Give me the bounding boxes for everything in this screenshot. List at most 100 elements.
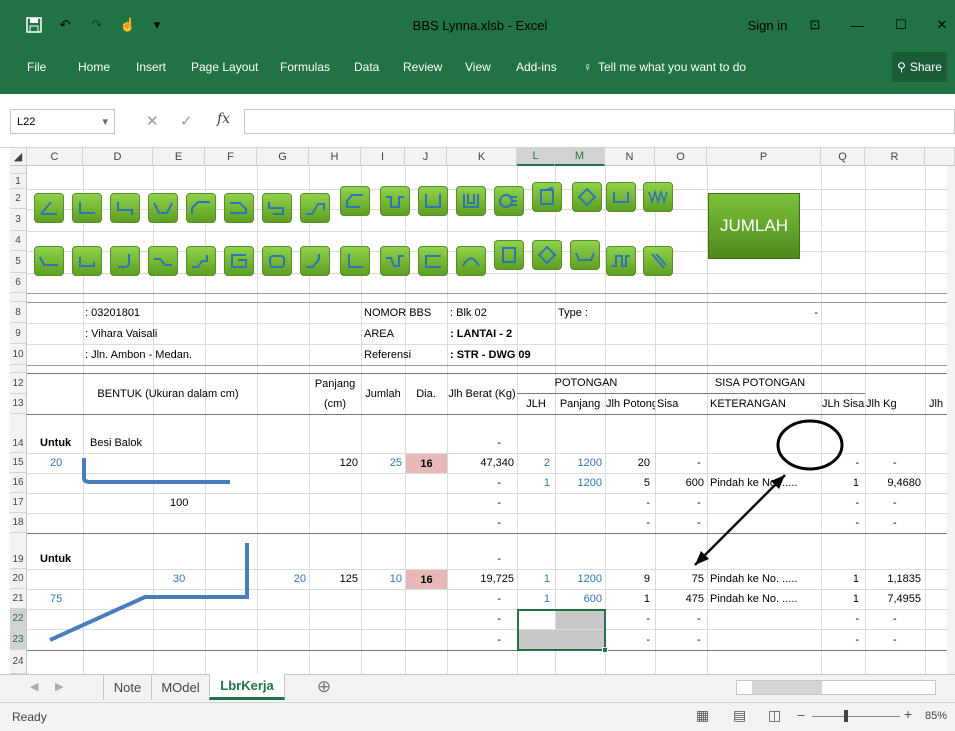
row-header[interactable] [10,166,27,174]
cell-c19[interactable]: Untuk [40,549,71,569]
tab-formulas[interactable]: Formulas [280,50,330,84]
cell-g20[interactable]: 20 [257,569,306,589]
cell-o20[interactable]: 75 [655,569,704,589]
tab-page-layout[interactable]: Page Layout [191,50,258,84]
shape-button[interactable] [262,193,292,223]
minimize-icon[interactable]: — [845,0,869,50]
cell-q16[interactable]: 1 [821,473,859,493]
cell-k23[interactable]: - [447,629,501,650]
cell-k8[interactable]: : Blk 02 [450,302,487,323]
column-header-r[interactable]: R [865,148,925,166]
shape-button[interactable] [34,246,64,276]
touch-mode-icon[interactable]: ☝ [116,0,140,50]
cell-c15[interactable]: 20 [50,453,62,473]
header-panjang-potongan[interactable]: Panjang [555,394,605,414]
row-header[interactable]: 10 [10,344,27,365]
column-header-k[interactable]: K [447,148,517,166]
shape-button[interactable] [380,246,410,276]
row-header[interactable]: 5 [10,251,27,273]
cell-n21[interactable]: 1 [605,589,650,609]
shape-button[interactable] [456,246,486,276]
cell-m20[interactable]: 1200 [555,569,602,589]
header-sisa[interactable]: Sisa [657,394,707,414]
cell-p20[interactable]: Pindah ke No. ..... [710,569,820,589]
cell-o15[interactable]: - [697,453,701,473]
shape-button[interactable] [110,193,140,223]
tab-insert[interactable]: Insert [136,50,166,84]
shape-button[interactable] [380,186,410,216]
row-header[interactable]: 2 [10,189,27,209]
cell-e17[interactable]: 100 [170,493,188,513]
row-header[interactable]: 4 [10,231,27,251]
ribbon-display-icon[interactable]: ⊡ [804,0,826,50]
cell-k16[interactable]: - [447,473,501,493]
cell-n17[interactable]: - [605,493,650,513]
cell-j20[interactable]: 16 [406,570,447,589]
cell-o21[interactable]: 475 [655,589,704,609]
row-header[interactable]: 8 [10,302,27,323]
cell-r15[interactable]: - [893,453,897,473]
shape-button[interactable] [340,186,370,216]
cell-l16[interactable]: 1 [517,473,550,493]
cell-r22[interactable]: - [893,609,897,629]
header-bentuk[interactable]: BENTUK (Ukuran dalam cm) [27,373,309,414]
cell-j15[interactable]: 16 [406,454,447,473]
header-keterangan[interactable]: KETERANGAN [710,394,820,414]
shape-button[interactable] [186,246,216,276]
row-header[interactable]: 17 [10,493,27,513]
column-header-j[interactable]: J [405,148,447,166]
row-header[interactable]: 21 [10,589,27,609]
maximize-icon[interactable]: ☐ [889,0,913,50]
tab-add-ins[interactable]: Add-ins [516,50,557,84]
cell-r21[interactable]: 7,4955 [865,589,921,609]
selection-range[interactable] [517,609,606,651]
cell-o18[interactable]: - [697,513,701,533]
normal-view-icon[interactable]: ▦ [696,707,709,724]
cell-q20[interactable]: 1 [821,569,859,589]
tab-scroll-right-icon[interactable]: ▶ [55,680,63,693]
tab-scroll-left-icon[interactable]: ◀ [30,680,38,693]
cell-m8[interactable]: Type : [558,302,588,323]
close-icon[interactable]: ✕ [930,0,954,50]
cell-r18[interactable]: - [893,513,897,533]
shape-button[interactable] [72,193,102,223]
cell-l15[interactable]: 2 [517,453,550,473]
column-header-n[interactable]: N [605,148,655,166]
shape-button[interactable] [606,246,636,276]
sheet-tab-model[interactable]: MOdel [151,674,209,700]
column-header-g[interactable]: G [257,148,309,166]
header-sisa-potongan[interactable]: SISA POTONGAN [655,373,865,394]
header-jlh-sisa[interactable]: JLh Sisa [822,394,865,414]
horizontal-scroll-thumb[interactable] [752,681,822,694]
cell-k21[interactable]: - [447,589,501,609]
row-header[interactable]: 20 [10,569,27,589]
cell-d8[interactable]: : 03201801 [85,302,140,323]
sheet-tab-note[interactable]: Note [103,674,151,700]
cell-m15[interactable]: 1200 [555,453,602,473]
shape-button[interactable] [300,246,330,276]
row-header[interactable] [10,293,27,302]
redo-icon[interactable]: ↷ [86,0,108,50]
zoom-in-icon[interactable]: + [904,706,912,722]
cell-k18[interactable]: - [447,513,501,533]
header-cm[interactable]: (cm) [309,395,361,413]
cell-r20[interactable]: 1,1835 [865,569,921,589]
tab-data[interactable]: Data [354,50,379,84]
row-header[interactable]: 13 [10,394,27,414]
shape-button[interactable] [606,182,636,212]
shape-button[interactable] [456,186,486,216]
cell-q18[interactable]: - [821,513,859,533]
cell-k15[interactable]: 47,340 [447,453,514,473]
header-jlh-potong[interactable]: Jlh Potong [606,394,655,414]
shape-button[interactable] [34,193,64,223]
cell-p21[interactable]: Pindah ke No. ..... [710,589,820,609]
cell-d9[interactable]: : Vihara Vaisali [85,323,157,344]
cell-r17[interactable]: - [893,493,897,513]
cell-h20[interactable]: 125 [309,569,358,589]
row-header[interactable]: 24 [10,650,27,674]
shape-button[interactable] [72,246,102,276]
undo-icon[interactable]: ↶ [54,0,76,50]
shape-button[interactable] [262,246,292,276]
shape-button[interactable] [186,193,216,223]
cell-i8[interactable]: NOMOR BBS [364,302,431,323]
